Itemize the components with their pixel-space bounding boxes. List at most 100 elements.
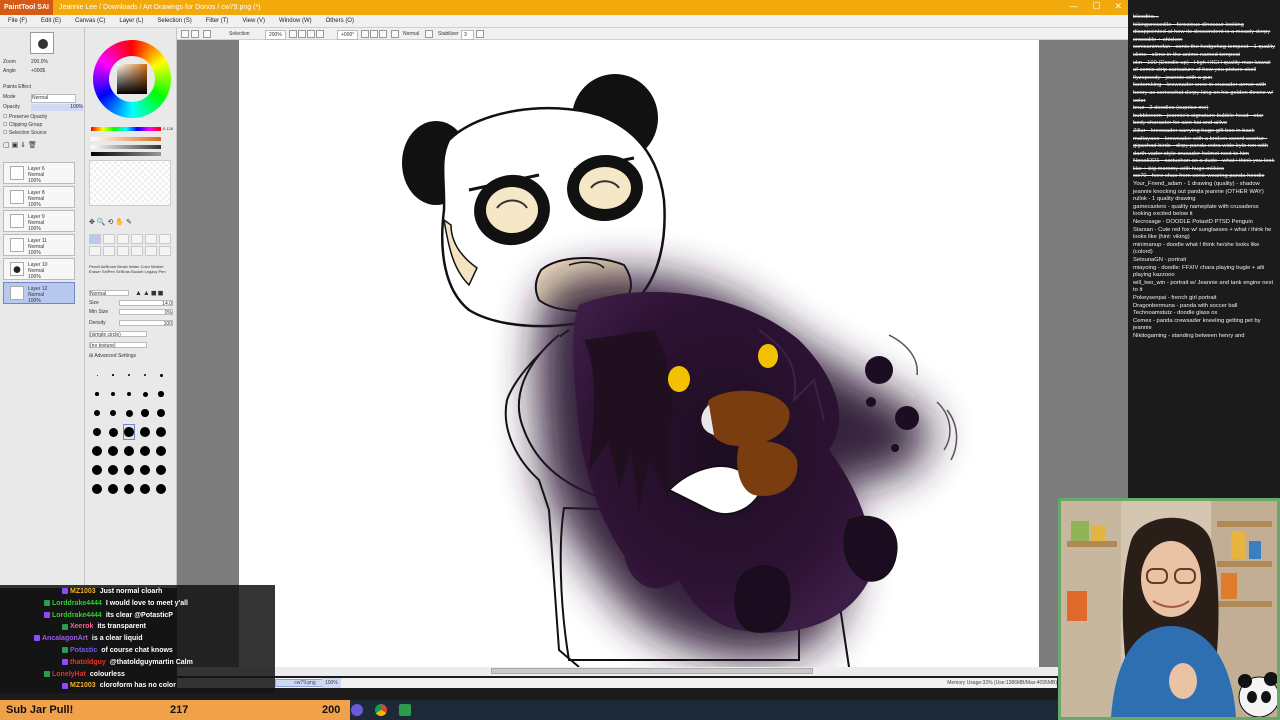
brush-size-preset[interactable] <box>156 444 166 458</box>
saturation-slider[interactable] <box>91 137 161 141</box>
brush-size-preset[interactable] <box>92 463 102 477</box>
menu-layer[interactable]: Layer (L) <box>119 15 143 27</box>
opacity-slider[interactable]: 100% <box>31 104 83 111</box>
blend-mode-readout[interactable]: Normal <box>403 28 419 40</box>
seleras-tool-icon[interactable] <box>103 246 115 256</box>
navigator-thumbnail[interactable] <box>30 32 54 54</box>
brush-size-preset[interactable] <box>156 482 166 496</box>
chat-username[interactable]: Lorddrake4444 <box>52 612 102 619</box>
brush-size-preset[interactable] <box>156 425 166 439</box>
layer-item[interactable]: Layer 10 Normal 100% <box>3 258 75 280</box>
brush-size-preset[interactable] <box>140 444 150 458</box>
preserve-opacity-checkbox[interactable]: ☐ Preserve Opacity <box>3 114 47 121</box>
brush-size-preset[interactable] <box>142 387 148 401</box>
chat-username[interactable]: Lorddrake4444 <box>52 600 102 607</box>
maximize-button[interactable]: ☐ <box>1092 0 1100 15</box>
menu-window[interactable]: Window (W) <box>279 15 312 27</box>
paint-effect-header[interactable]: Paints Effect <box>3 84 31 91</box>
flip-icon[interactable] <box>391 30 399 38</box>
delete-layer-icon[interactable]: 🗑 <box>28 142 37 149</box>
merge-down-icon[interactable]: ⇓ <box>20 142 26 149</box>
angle-select[interactable]: +000° <box>337 30 359 40</box>
layer-item[interactable]: Layer 9 Normal 100% <box>3 210 75 232</box>
brush-size-preset[interactable] <box>140 463 150 477</box>
drawing-canvas[interactable] <box>239 40 1039 667</box>
zoom-fit-icon[interactable] <box>316 30 324 38</box>
show-selection-toggle[interactable]: Selection <box>229 28 250 40</box>
menu-others[interactable]: Others (O) <box>326 15 354 27</box>
menu-filter[interactable]: Filter (T) <box>206 15 229 27</box>
clipping-group-checkbox[interactable]: ☐ Clipping Group <box>3 122 42 129</box>
chat-username[interactable]: MZ1003 <box>70 682 96 689</box>
brush-size-preset[interactable] <box>94 406 100 420</box>
menu-canvas[interactable]: Canvas (C) <box>75 15 105 27</box>
menu-view[interactable]: View (V) <box>242 15 265 27</box>
brush-size-preset[interactable] <box>108 425 118 439</box>
zoom-in-icon[interactable] <box>298 30 306 38</box>
brush-size-preset[interactable] <box>111 387 115 401</box>
stabilizer-icon[interactable] <box>425 30 433 38</box>
brush-size-preset[interactable] <box>158 387 164 401</box>
value-slider[interactable] <box>91 145 161 149</box>
layer-item-selected[interactable]: Layer 12 Normal 100% <box>3 282 75 304</box>
opacity-slider-tool[interactable] <box>91 152 161 156</box>
angle-value[interactable]: +000$ <box>31 68 45 75</box>
eyedropper-icon[interactable]: ✎ <box>126 219 132 226</box>
rotate-icon[interactable]: ⟲ <box>108 219 114 226</box>
new-folder-icon[interactable]: ▣ <box>12 142 19 149</box>
legacy-pen-tool-icon[interactable] <box>131 246 143 256</box>
chrome-icon[interactable] <box>375 704 387 716</box>
brush-size-preset[interactable] <box>141 406 149 420</box>
swatch-scratchpad[interactable] <box>89 160 171 206</box>
brush-size-preset[interactable] <box>124 444 134 458</box>
brush-size-preset[interactable] <box>108 463 118 477</box>
brush-size-preset[interactable] <box>126 387 132 401</box>
brush-shape-icons[interactable]: ▲▲◼◼ <box>135 289 164 297</box>
undo-icon[interactable] <box>181 30 189 38</box>
selection-source-checkbox[interactable]: ☐ Selection Source <box>3 130 47 137</box>
menu-file[interactable]: File (F) <box>8 15 27 27</box>
zoom-icon[interactable]: 🔍 <box>97 219 106 226</box>
brush-size-preset[interactable] <box>95 387 99 401</box>
marker-tool-icon[interactable] <box>145 234 157 244</box>
rotate-reset-icon[interactable] <box>379 30 387 38</box>
brush-size-preset[interactable] <box>92 425 102 439</box>
eraser-tool-icon[interactable] <box>159 234 171 244</box>
layer-item[interactable]: Layer 11 Normal 100% <box>3 234 75 256</box>
brush-size-preset[interactable] <box>123 424 135 440</box>
new-layer-icon[interactable]: ▢ <box>3 142 10 149</box>
zoom-value[interactable]: 200.0% <box>31 59 48 66</box>
watercolor-tool-icon[interactable] <box>131 234 143 244</box>
advanced-settings-toggle[interactable]: ⊞ Advanced Settings <box>89 353 136 359</box>
close-button[interactable]: ✕ <box>1114 0 1122 15</box>
redo-icon[interactable] <box>191 30 199 38</box>
menu-selection[interactable]: Selection (S) <box>157 15 191 27</box>
zoom-out-icon[interactable] <box>289 30 297 38</box>
layer-item[interactable]: Layer 6 Normal 100% <box>3 162 75 184</box>
brush-size-preset[interactable] <box>92 444 102 458</box>
brush-size-preset[interactable] <box>96 368 98 382</box>
stabilizer-dropdown-icon[interactable] <box>476 30 484 38</box>
chat-username[interactable]: Xeerok <box>70 623 93 630</box>
menu-edit[interactable]: Edit (E) <box>41 15 61 27</box>
minimize-button[interactable]: — <box>1069 0 1078 15</box>
rotate-right-icon[interactable] <box>370 30 378 38</box>
selpen-tool-icon[interactable] <box>89 246 101 256</box>
saturation-value-square[interactable] <box>117 64 147 94</box>
layer-item[interactable]: Layer 8 Normal 100% <box>3 186 75 208</box>
size-slider[interactable]: 14.0 <box>119 300 173 307</box>
brush-shape-select[interactable]: (simple circle) <box>89 331 147 338</box>
chat-username[interactable]: LonelyHat <box>52 671 86 678</box>
brush-size-preset[interactable] <box>159 368 163 382</box>
brush-texture-select[interactable]: (no texture) <box>89 342 147 349</box>
airbrush-tool-icon[interactable] <box>103 234 115 244</box>
color-wheel[interactable] <box>93 40 171 118</box>
scrollbar-thumb[interactable] <box>491 668 813 674</box>
brush-size-preset[interactable] <box>125 406 133 420</box>
brush-size-preset[interactable] <box>124 463 134 477</box>
sai-taskbar-icon[interactable] <box>399 704 411 716</box>
hand-icon[interactable]: ✋ <box>115 219 124 226</box>
brush-size-preset[interactable] <box>109 406 117 420</box>
chat-username[interactable]: AncalagonArt <box>42 635 88 642</box>
zoom-select[interactable]: 200% <box>265 30 286 40</box>
